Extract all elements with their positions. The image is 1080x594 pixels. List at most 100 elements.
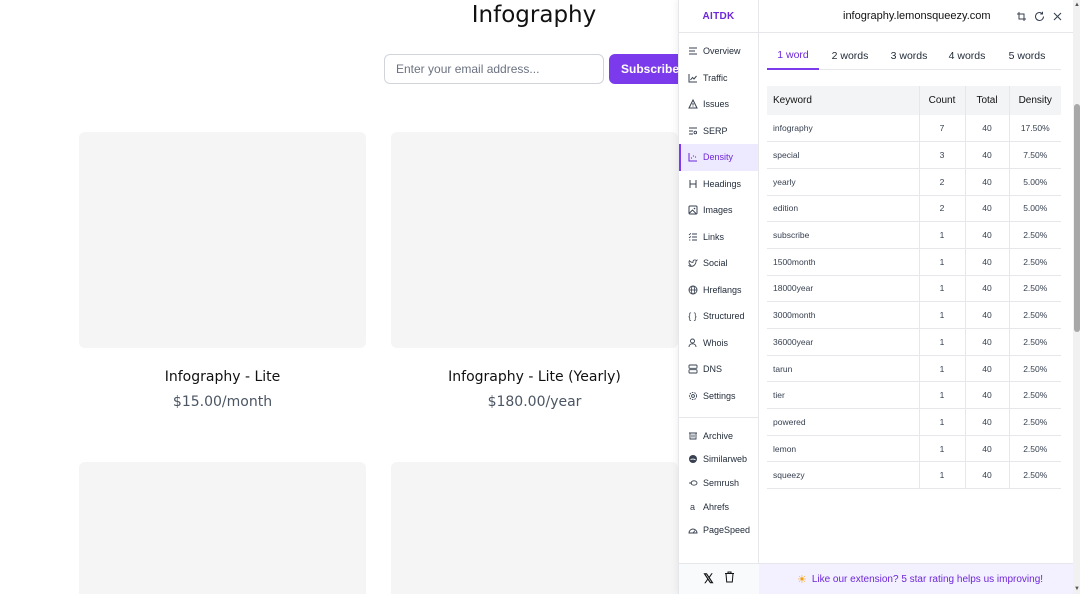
globe-icon [687,284,698,295]
product-image[interactable] [391,462,678,594]
count-cell: 7 [919,115,966,143]
density-cell: 2.50% [1009,275,1061,303]
product-price: $180.00/year [487,394,582,410]
count-cell: 1 [919,221,966,249]
total-cell: 40 [965,461,1010,490]
tool-link-archive[interactable]: Archive [679,424,758,448]
table-row: yearly 2 40 5.00% [767,168,1061,196]
similarweb-icon [687,454,698,465]
count-cell: 1 [919,275,966,303]
tool-link-label: Ahrefs [703,501,730,512]
sidebar-item-density[interactable]: Density [679,144,758,171]
sidebar-item-structured[interactable]: { } Structured [679,303,758,330]
sidebar-divider [679,417,758,418]
count-cell: 3 [919,141,966,169]
sidebar-item-links[interactable]: Links [679,224,758,251]
column-header-density[interactable]: Density [1009,86,1061,115]
product-image[interactable] [79,132,366,348]
keyword-cell: 18000year [767,275,920,303]
sidebar-item-headings[interactable]: Headings [679,171,758,198]
product-name[interactable]: Infography - Lite (Yearly) [391,369,678,385]
sidebar-item-dns[interactable]: DNS [679,356,758,383]
density-cell: 2.50% [1009,461,1061,490]
sidebar-footer: 𝕏 [679,563,759,594]
keyword-cell: 1500month [767,248,920,276]
product-image[interactable] [391,132,678,348]
sidebar-item-images[interactable]: Images [679,197,758,224]
email-input[interactable] [384,54,604,84]
keyword-cell: squeezy [767,461,920,490]
column-header-count[interactable]: Count [919,86,966,115]
keyword-cell: tarun [767,355,920,383]
keyword-cell: infography [767,115,920,143]
density-cell: 17.50% [1009,115,1061,143]
serp-icon [687,125,698,136]
aitdk-extension-panel: AITDK Overview Traffic Issues SERP Densi… [678,0,1080,594]
count-cell: 1 [919,435,966,463]
density-cell: 2.50% [1009,301,1061,329]
keyword-cell: edition [767,195,920,223]
table-header-row: Keyword Count Total Density [767,86,1061,115]
density-cell: 5.00% [1009,195,1061,223]
sidebar-item-label: Traffic [703,72,728,83]
image-icon [687,205,698,216]
tool-link-ahrefs[interactable]: a Ahrefs [679,495,758,519]
tool-link-label: PageSpeed [703,525,751,536]
column-header-keyword[interactable]: Keyword [767,86,920,115]
tool-link-pagespeed[interactable]: PageSpeed [679,518,758,542]
table-row: edition 2 40 5.00% [767,195,1061,223]
x-logo-icon[interactable]: 𝕏 [703,571,713,587]
refresh-icon[interactable] [1033,10,1045,22]
sidebar-item-settings[interactable]: Settings [679,383,758,410]
total-cell: 40 [965,435,1010,463]
count-cell: 1 [919,301,966,329]
product-name[interactable]: Infography - Lite [79,369,366,385]
scrollbar-thumb[interactable] [1074,104,1080,332]
density-icon [687,152,698,163]
tool-link-similarweb[interactable]: Similarweb [679,448,758,472]
tab-3-words[interactable]: 3 words [881,42,937,70]
total-cell: 40 [965,381,1010,410]
sidebar-item-whois[interactable]: Whois [679,330,758,357]
table-body: infography 7 40 17.50% special 3 40 7.50% yearly… [767,115,1061,490]
tool-link-semrush[interactable]: Semrush [679,471,758,495]
line-chart-icon [687,72,698,83]
tab-5-words[interactable]: 5 words [997,42,1057,70]
crop-icon[interactable] [1015,10,1027,22]
sidebar-item-label: Social [703,258,728,269]
sidebar-item-serp[interactable]: SERP [679,118,758,145]
tab-1-word[interactable]: 1 word [767,42,819,70]
sidebar-item-label: Issues [703,99,730,110]
close-icon[interactable] [1051,10,1063,22]
pagespeed-icon [687,525,698,536]
sidebar-item-label: SERP [703,125,728,136]
total-cell: 40 [965,275,1010,303]
tab-4-words[interactable]: 4 words [937,42,997,70]
column-header-total[interactable]: Total [965,86,1010,115]
tool-link-label: Archive [703,430,734,441]
total-cell: 40 [965,328,1010,356]
header-actions [1015,10,1063,22]
count-cell: 1 [919,248,966,276]
brand-logo[interactable]: AITDK [679,0,758,33]
density-cell: 2.50% [1009,355,1061,383]
scrollbar[interactable]: ▲ ▼ [1073,0,1080,594]
twitter-icon [687,258,698,269]
tab-2-words[interactable]: 2 words [819,42,881,70]
archive-icon [687,430,698,441]
sidebar-item-overview[interactable]: Overview [679,38,758,65]
trash-icon[interactable] [724,570,735,588]
sidebar-item-hreflangs[interactable]: Hreflangs [679,277,758,304]
keyword-cell: 3000month [767,301,920,329]
keyword-cell: lemon [767,435,920,463]
product-image[interactable] [79,462,366,594]
table-row: 36000year 1 40 2.50% [767,328,1061,356]
scroll-down-icon[interactable]: ▼ [1074,586,1080,592]
rating-banner[interactable]: ☀ Like our extension? 5 star rating help… [759,563,1080,594]
sidebar-item-traffic[interactable]: Traffic [679,65,758,92]
sidebar-item-social[interactable]: Social [679,250,758,277]
scroll-up-icon[interactable]: ▲ [1074,2,1080,8]
sidebar-item-label: Overview [703,46,741,57]
sun-icon: ☀ [796,573,807,586]
sidebar-item-issues[interactable]: Issues [679,91,758,118]
